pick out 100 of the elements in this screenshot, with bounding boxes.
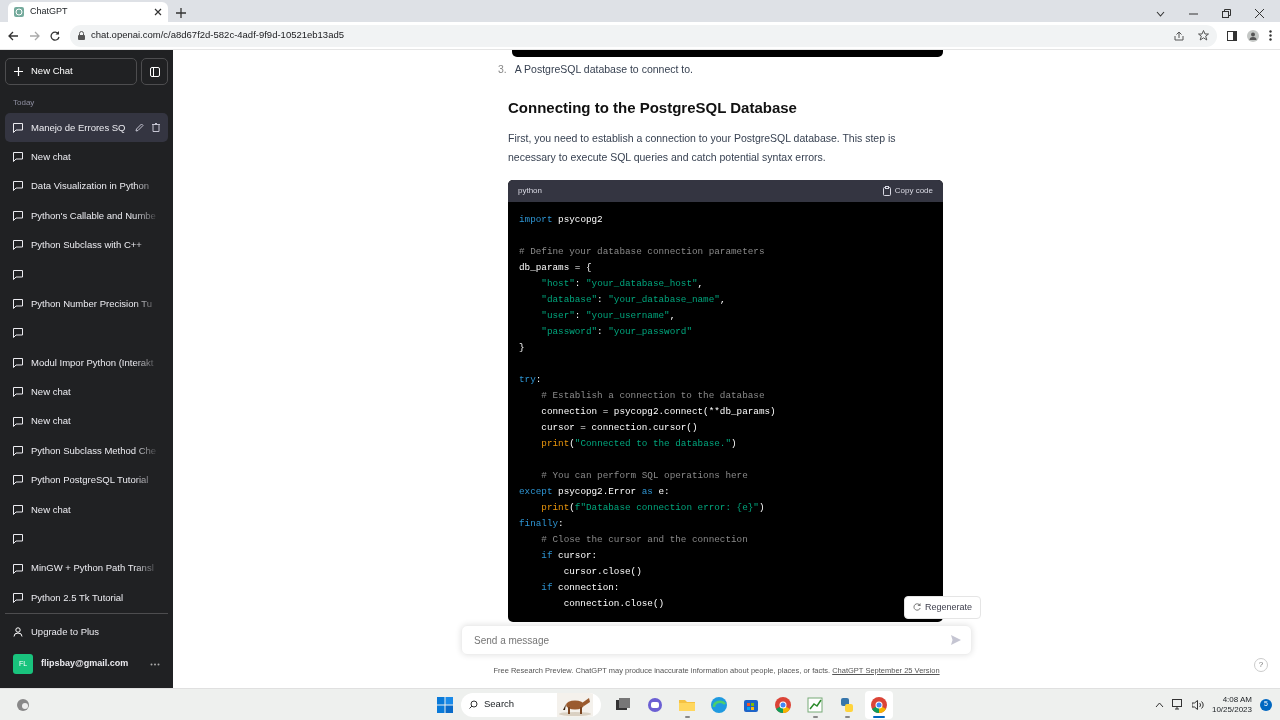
help-button[interactable]: ? [1254,658,1268,672]
chat-history-item[interactable]: New chat [5,495,168,525]
search-icon [469,700,478,709]
chat-bubble-icon [13,328,23,339]
chat-bubble-icon [13,446,23,456]
chat-bubble-icon [13,592,23,603]
code-line: import psycopg2 [519,213,603,227]
tab-title: ChatGPT [30,5,69,19]
code-line: cursor.close() [562,565,642,579]
code-line: cursor = connection.cursor() [540,421,698,435]
chat-bubble-icon [13,299,23,310]
list-item-text: A PostgreSQL database to connect to. [514,62,693,77]
share-icon[interactable] [1174,30,1184,41]
chat-history-item[interactable]: Manejo de Errores SQ [5,113,168,143]
chat-history-item[interactable]: Modul Impor Python (Interakt [5,348,168,378]
chrome-icon[interactable] [865,690,893,719]
code-line: "user": "your_username", [540,309,676,323]
new-tab-icon[interactable] [176,8,186,18]
language-label: python [518,185,543,197]
sidebar-icon [149,66,160,77]
edit-icon[interactable] [135,123,144,133]
code-line: db_params = { [519,261,592,275]
regenerate-button[interactable]: Regenerate [904,595,982,619]
close-icon[interactable] [1255,9,1264,18]
more-icon[interactable] [150,662,160,666]
search-field[interactable]: Search [461,692,601,717]
star-icon[interactable] [1198,30,1209,41]
code-line: # Define your database connection parameters [519,245,765,259]
code-line: if cursor: [540,549,598,563]
new-chat-button[interactable]: New Chat [5,58,137,85]
chat-bubble-icon [13,475,23,486]
lock-icon [78,31,85,40]
code-line: if connection: [540,581,620,595]
code-line: finally: [519,517,564,531]
network-icon[interactable] [1171,699,1184,710]
chat-history-item[interactable]: Python PostgreSQL Tutorial [5,465,168,496]
chat-bubble-icon [13,122,23,133]
code-line: try: [519,373,542,387]
chat-history-item[interactable]: Python's Callable and Numbe [5,201,168,231]
paragraph: First, you need to establish a connection to your PostgreSQL database. This step is necessary to execute SQL queries and catch potential syntax errors. [508,131,897,165]
chat-history-item[interactable]: New chat [5,377,168,407]
reload-icon[interactable] [50,30,60,41]
chat-history-item[interactable]: New chat [5,142,168,172]
chat-history-item[interactable]: Python 2.5 Tk Tutorial [5,583,168,613]
list-number: 3. [498,62,507,77]
chat-bubble-icon [13,181,23,192]
chat-history-item[interactable]: New chat [5,406,168,437]
code-line: "password": "your_password" [540,325,692,339]
minimize-icon[interactable] [1189,12,1198,15]
chat-history-item[interactable]: MinGW + Python Path Transl [5,553,168,584]
chat-bubble-icon [13,504,23,515]
message-field[interactable]: Send a message [472,631,951,649]
clock[interactable]: 4:08 AM 10/25/2023 [1211,694,1252,715]
chat-bubble-icon [13,357,23,368]
code-line: print(f"Database connection error: {e}") [540,501,765,515]
close-icon[interactable] [154,8,162,16]
code-line: # You can perform SQL operations here [540,469,748,483]
maximize-icon[interactable] [1222,9,1231,18]
chevron-down-icon[interactable] [1156,10,1165,17]
sidebar-icon[interactable] [1227,30,1237,41]
start-icon[interactable] [437,696,453,713]
browser-tab[interactable]: ChatGPT [8,2,168,22]
chat-bubble-icon [13,416,23,427]
trash-icon[interactable] [152,123,160,133]
chat-history-item[interactable]: Data Visualization in Python [5,171,168,202]
code-line: connection = psycopg2.connect(**db_params) [540,405,776,419]
chat-history-item[interactable]: Python Number Precision Tu [5,289,168,319]
code-line: # Close the cursor and the connection [540,533,748,547]
sidebar-toggle-button[interactable] [141,58,168,85]
chat-bubble-icon [13,240,23,251]
code-line: connection.close() [562,597,665,611]
profile-icon[interactable] [1247,29,1259,42]
chat-bubble-icon [13,152,23,163]
address-bar[interactable]: chat.openai.com/c/a8d67f2d-582c-4adf-9f9d-10521eb13ad5 [70,24,1217,47]
clipboard-icon [882,186,891,196]
chat-bubble-icon [13,210,23,221]
menu-icon[interactable] [1269,30,1272,41]
upgrade-link[interactable]: Upgrade to Plus [5,617,168,648]
user-icon [13,627,23,638]
back-icon[interactable] [8,30,19,41]
copy-code-button[interactable]: Copy code [882,185,933,197]
code-line: "host": "your_database_host", [540,277,704,291]
chat-logo-icon [14,7,24,17]
refresh-icon [913,603,921,612]
section-heading: Connecting to the PostgreSQL Database [508,99,798,117]
chat-bubble-icon [13,563,23,574]
message-box[interactable]: Send a message [461,625,972,655]
chat-bubble-icon [13,387,23,398]
user-email[interactable]: flipsbay@gmail.com [41,657,142,671]
chevron-up-icon[interactable] [1154,701,1164,708]
code-line: "database": "your_database_name", [540,293,726,307]
weather-icon[interactable] [16,697,30,712]
chat-history-item[interactable]: Python Subclass Method Che [5,436,168,466]
code-line: except psycopg2.Error as e: [519,485,670,499]
section-label: Today [13,97,36,109]
chat-bubble-icon [13,534,23,545]
code-line: } [519,341,525,355]
code-line: # Establish a connection to the database [540,389,765,403]
chat-history-item[interactable]: Python Subclass with C++ [5,230,168,260]
volume-icon[interactable] [1191,699,1204,710]
